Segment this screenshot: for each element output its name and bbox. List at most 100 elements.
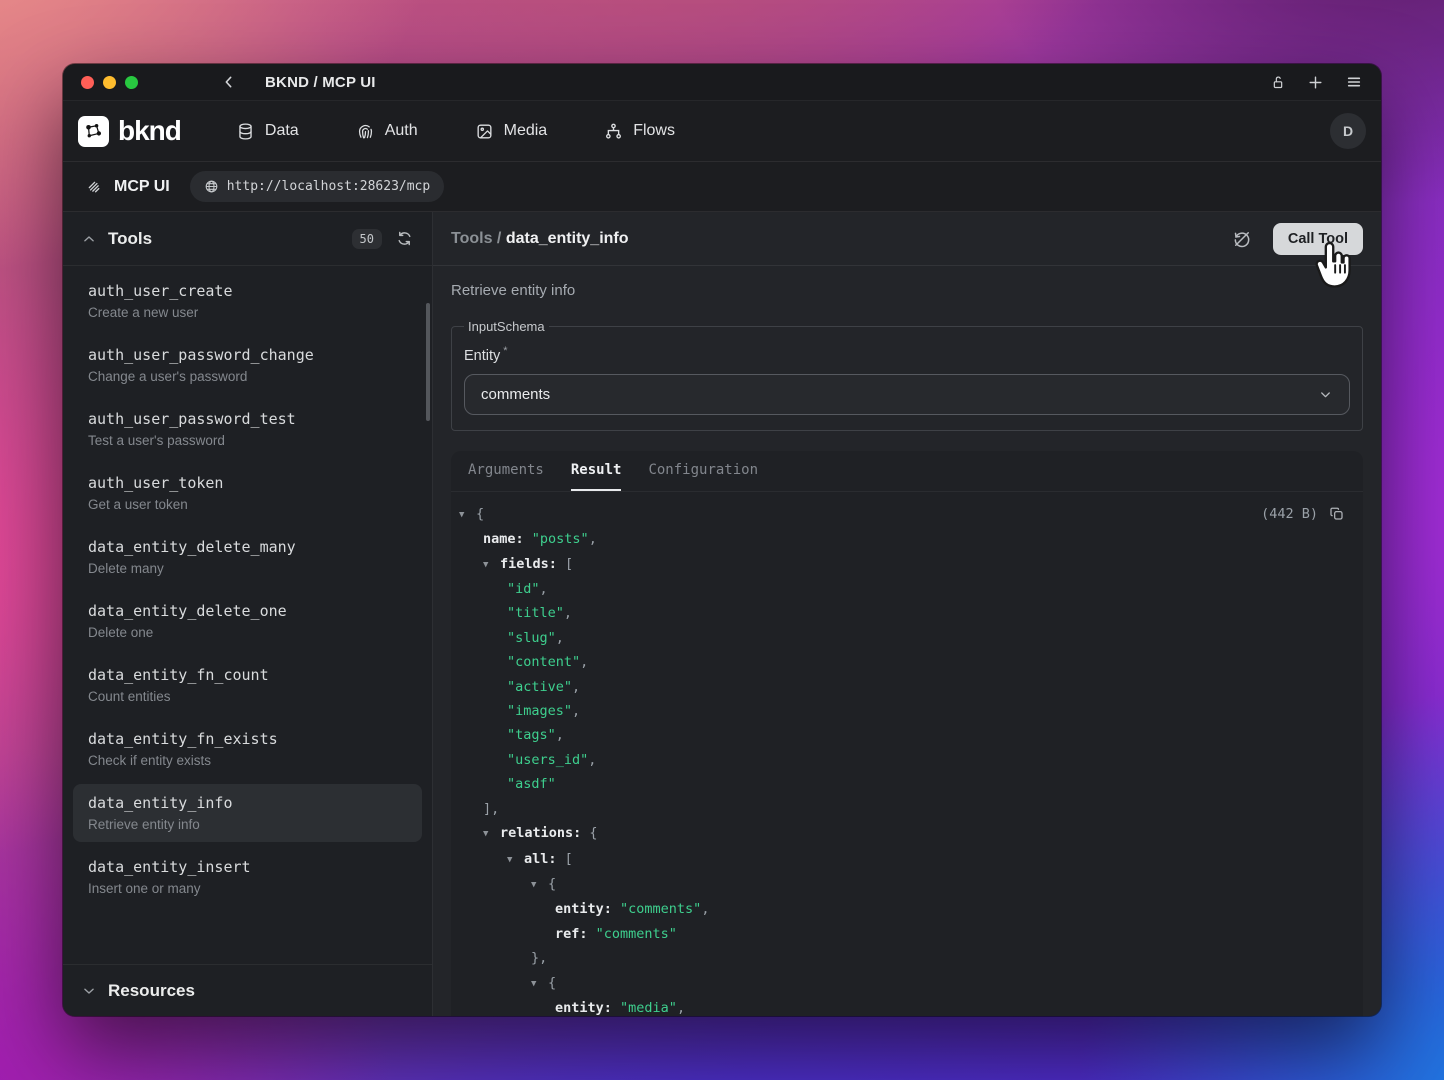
lock-open-icon[interactable] <box>1270 74 1286 91</box>
nav-item-media[interactable]: Media <box>475 122 548 141</box>
collapse-arrow-icon[interactable]: ▼ <box>531 873 548 897</box>
bknd-logo-icon <box>78 116 109 147</box>
tool-name: data_entity_fn_exists <box>88 730 407 748</box>
json-punctuation: , <box>701 901 709 917</box>
database-icon <box>236 122 255 141</box>
brand-logo[interactable]: bknd <box>78 115 181 147</box>
history-off-icon[interactable] <box>1232 229 1252 249</box>
tool-description: Create a new user <box>88 305 407 320</box>
tool-description-text: Retrieve entity info <box>451 282 1363 299</box>
sidebar-tool-data_entity_delete_one[interactable]: data_entity_delete_oneDelete one <box>73 592 422 650</box>
nav-item-data[interactable]: Data <box>236 122 299 141</box>
tab-result[interactable]: Result <box>571 451 622 491</box>
entity-select[interactable]: comments <box>464 374 1350 415</box>
json-string-value: "users_id" <box>507 752 588 768</box>
json-punctuation: { <box>548 876 556 892</box>
window-title: BKND / MCP UI <box>265 74 376 91</box>
json-punctuation: , <box>589 531 597 547</box>
nav-item-label: Data <box>265 122 299 140</box>
json-key: ref: <box>555 926 596 942</box>
json-punctuation: { <box>476 506 484 522</box>
tool-description: Insert one or many <box>88 881 407 896</box>
tool-name: data_entity_delete_many <box>88 538 407 556</box>
json-key: relations: <box>500 825 589 841</box>
tool-name: auth_user_password_change <box>88 346 407 364</box>
mcp-icon <box>85 178 103 196</box>
resources-section-header[interactable]: Resources <box>63 964 432 1016</box>
json-punctuation: { <box>589 825 597 841</box>
collapse-arrow-icon[interactable]: ▼ <box>483 822 500 846</box>
json-line: name: "posts", <box>459 527 1345 551</box>
json-key: name: <box>483 531 532 547</box>
chevron-up-icon <box>82 232 96 246</box>
app-navbar: bknd Data Auth Media Flows D <box>63 101 1381 162</box>
sidebar-tool-auth_user_token[interactable]: auth_user_tokenGet a user token <box>73 464 422 522</box>
fingerprint-icon <box>356 122 375 141</box>
nav-item-flows[interactable]: Flows <box>604 122 675 141</box>
json-punctuation: , <box>572 679 580 695</box>
server-url-pill[interactable]: http://localhost:28623/mcp <box>190 171 445 202</box>
result-panel: Arguments Result Configuration (442 B) ▼… <box>451 451 1363 1016</box>
json-string-value: "tags" <box>507 727 556 743</box>
input-schema-fieldset: InputSchema Entity* comments <box>451 319 1363 431</box>
collapse-arrow-icon[interactable]: ▼ <box>531 972 548 996</box>
json-string-value: "asdf" <box>507 776 556 792</box>
json-meta: (442 B) <box>1261 502 1345 526</box>
sidebar-scrollbar[interactable] <box>426 303 430 421</box>
sidebar-tool-data_entity_fn_count[interactable]: data_entity_fn_countCount entities <box>73 656 422 714</box>
nav-item-auth[interactable]: Auth <box>356 122 418 141</box>
json-string-value: "title" <box>507 605 564 621</box>
json-line: "asdf" <box>459 772 1345 796</box>
sidebar-tool-data_entity_fn_exists[interactable]: data_entity_fn_exists Check if entity exi… <box>73 720 422 778</box>
tab-arguments[interactable]: Arguments <box>468 451 544 491</box>
app-window: BKND / MCP UI <box>63 64 1381 1016</box>
json-line: }, <box>459 946 1345 970</box>
breadcrumb-section[interactable]: Tools <box>451 230 492 247</box>
json-line: "tags", <box>459 723 1345 747</box>
sidebar-tool-auth_user_password_change[interactable]: auth_user_password_changeChange a user's… <box>73 336 422 394</box>
json-line: "slug", <box>459 626 1345 650</box>
tools-section-header[interactable]: Tools 50 <box>63 212 432 266</box>
sidebar-tool-auth_user_password_test[interactable]: auth_user_password_testTest a user's pas… <box>73 400 422 458</box>
back-button[interactable] <box>221 74 237 90</box>
sidebar-tool-data_entity_info[interactable]: data_entity_infoRetrieve entity info <box>73 784 422 842</box>
sidebar-tool-data_entity_insert[interactable]: data_entity_insertInsert one or many <box>73 848 422 906</box>
refresh-icon[interactable] <box>396 230 413 247</box>
desktop: { "titlebar": { "title": "BKND / MCP UI"… <box>0 0 1444 1080</box>
call-tool-button[interactable]: Call Tool <box>1273 223 1363 255</box>
input-schema-legend: InputSchema <box>464 319 549 334</box>
json-line: "images", <box>459 699 1345 723</box>
sidebar-tool-auth_user_create[interactable]: auth_user_createCreate a new user <box>73 272 422 330</box>
sidebar-tool-data_entity_delete_many[interactable]: data_entity_delete_manyDelete many <box>73 528 422 586</box>
json-line: "users_id", <box>459 748 1345 772</box>
breadcrumb-separator: / <box>492 230 505 247</box>
tools-list: auth_user_createCreate a new user auth_us… <box>63 266 432 964</box>
minimize-window-button[interactable] <box>103 76 116 89</box>
tab-configuration[interactable]: Configuration <box>648 451 758 491</box>
new-tab-icon[interactable] <box>1307 74 1324 91</box>
copy-icon[interactable] <box>1329 506 1345 522</box>
server-url: http://localhost:28623/mcp <box>227 179 431 194</box>
json-line: "content", <box>459 650 1345 674</box>
tool-detail-panel: Tools / data_entity_info Call Tool Retri… <box>433 212 1381 1016</box>
menu-icon[interactable] <box>1345 74 1363 90</box>
json-punctuation: }, <box>531 950 547 966</box>
json-punctuation: , <box>556 630 564 646</box>
close-window-button[interactable] <box>81 76 94 89</box>
collapse-arrow-icon[interactable]: ▼ <box>483 553 500 577</box>
tool-name: auth_user_password_test <box>88 410 407 428</box>
user-avatar[interactable]: D <box>1330 113 1366 149</box>
tool-description: Check if entity exists <box>88 753 407 768</box>
json-line: ▼all: [ <box>459 847 1345 872</box>
json-line: ], <box>459 797 1345 821</box>
tool-detail-body: Retrieve entity info InputSchema Entity*… <box>433 266 1381 1016</box>
collapse-arrow-icon[interactable]: ▼ <box>459 503 476 527</box>
zoom-window-button[interactable] <box>125 76 138 89</box>
json-line: "title", <box>459 601 1345 625</box>
json-punctuation: , <box>540 581 548 597</box>
page-title: MCP UI <box>114 178 170 196</box>
json-line: ▼{ <box>459 502 1345 527</box>
json-key: fields: <box>500 556 565 572</box>
collapse-arrow-icon[interactable]: ▼ <box>507 848 524 872</box>
json-punctuation: [ <box>565 556 573 572</box>
